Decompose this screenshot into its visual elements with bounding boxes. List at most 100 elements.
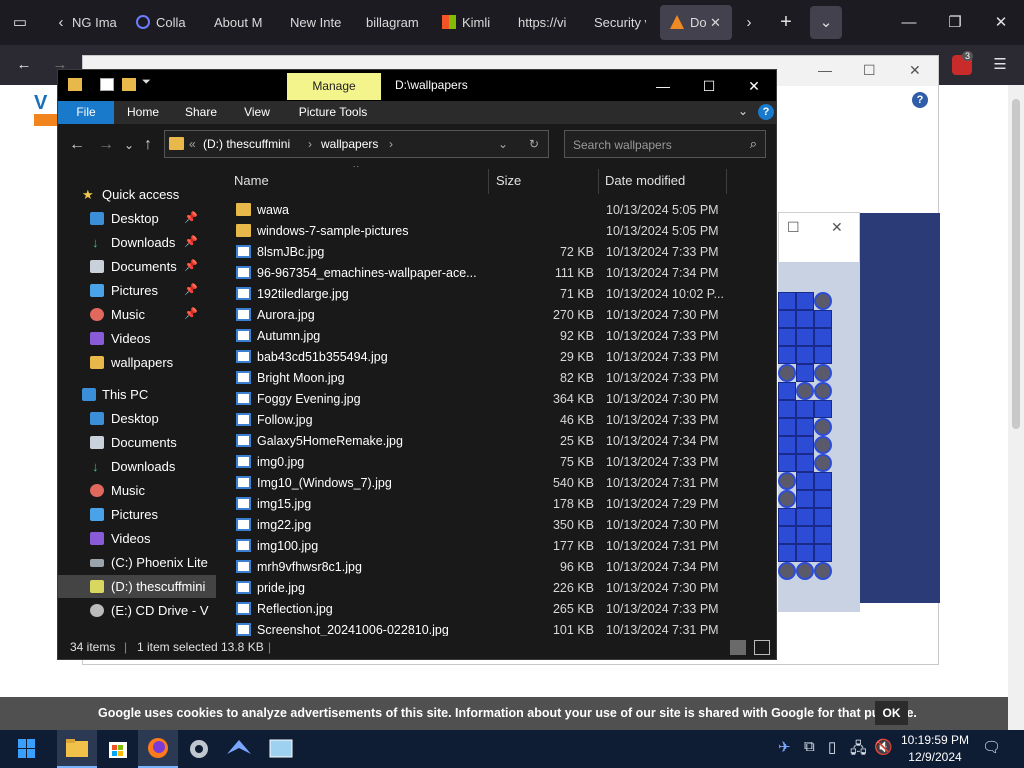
pin-icon[interactable]: 📌 [184,231,198,254]
restore-icon[interactable]: ❐ [940,0,970,45]
nav-pc-documents[interactable]: Documents [58,431,216,454]
nav-pc-pictures[interactable]: Pictures [58,503,216,526]
close-icon[interactable]: ✕ [831,219,843,236]
nav-item-pictures[interactable]: Pictures 📌 [58,279,216,302]
file-row[interactable]: img15.jpg 178 KB 10/13/2024 7:29 PM [226,494,736,515]
maximize-icon[interactable]: ☐ [863,62,876,79]
breadcrumb-overflow[interactable]: « [189,137,196,151]
file-row[interactable]: Reflection.jpg 265 KB 10/13/2024 7:33 PM [226,599,736,620]
start-button[interactable] [6,730,46,768]
nav-item-music[interactable]: Music 📌 [58,303,216,326]
menu-icon[interactable]: ☰ [988,45,1012,85]
column-header-name[interactable]: Name [234,166,269,196]
file-row[interactable]: 192tiledlarge.jpg 71 KB 10/13/2024 10:02 P… [226,284,736,305]
nav-item-desktop[interactable]: Desktop 📌 [58,207,216,230]
browser-tab[interactable]: NG Ima [72,5,122,40]
pin-icon[interactable]: 📌 [184,303,198,326]
file-row[interactable]: img100.jpg 177 KB 10/13/2024 7:31 PM [226,536,736,557]
properties-icon[interactable] [100,78,114,91]
taskbar-firefox[interactable] [138,730,178,768]
file-row[interactable]: Autumn.jpg 92 KB 10/13/2024 7:33 PM [226,326,736,347]
game-grid[interactable] [778,292,832,582]
tab-picture-tools[interactable]: Picture Tools [288,101,378,124]
nav-pc-music[interactable]: Music [58,479,216,502]
tab-list-icon[interactable]: ▭ [8,0,32,45]
file-row[interactable]: 8lsmJBc.jpg 72 KB 10/13/2024 7:33 PM [226,242,736,263]
file-row[interactable]: Foggy Evening.jpg 364 KB 10/13/2024 7:30 P… [226,389,736,410]
taskbar-settings[interactable] [179,730,219,768]
minimize-icon[interactable]: — [818,62,832,78]
cookie-ok-button[interactable]: OK [875,701,908,725]
nav-drive-e[interactable]: (E:) CD Drive - V [58,599,216,622]
breadcrumb-drive[interactable]: (D:) thescuffmini [203,137,290,151]
help-icon[interactable]: ? [912,92,928,108]
file-row[interactable]: Img10_(Windows_7).jpg 540 KB 10/13/2024 7:… [226,473,736,494]
file-row[interactable]: pride.jpg 226 KB 10/13/2024 7:30 PM [226,578,736,599]
bird-tray-icon[interactable]: ✈ [778,738,791,756]
minimize-icon[interactable]: — [894,0,924,45]
nav-item-videos[interactable]: Videos [58,327,216,350]
column-header-size[interactable]: Size [496,166,521,196]
taskbar-file-explorer[interactable] [57,730,97,768]
pin-icon[interactable]: 📌 [184,207,198,230]
network-icon[interactable]: 🖧 [850,738,867,763]
nav-item-wallpapers[interactable]: wallpapers [58,351,216,374]
taskbar-store[interactable] [98,730,138,768]
nav-item-downloads[interactable]: ↓ Downloads 📌 [58,231,216,254]
back-icon[interactable]: ← [12,45,36,85]
large-icons-view-icon[interactable] [754,640,770,655]
notifications-icon[interactable]: 🗨 [982,738,1001,756]
back-icon[interactable]: ← [69,136,85,154]
battery-icon[interactable]: ▯ [828,738,836,756]
new-tab-icon[interactable]: + [774,0,798,45]
scrollbar-thumb[interactable] [1012,99,1020,429]
scroll-tabs-right-icon[interactable]: › [740,0,758,45]
browser-tab[interactable]: Colla [136,5,196,40]
column-divider[interactable] [488,169,489,194]
nav-pc-desktop[interactable]: Desktop [58,407,216,430]
nav-drive-c[interactable]: (C:) Phoenix Lite [58,551,216,574]
nav-quick-access[interactable]: ★ Quick access [58,183,216,206]
taskbar-app-window[interactable] [261,730,301,768]
page-scrollbar[interactable] [1008,85,1024,730]
breadcrumb-separator-icon[interactable]: › [308,137,312,151]
breadcrumb-folder[interactable]: wallpapers [321,137,378,151]
customize-qat-icon[interactable]: ⏷ [142,76,151,89]
refresh-icon[interactable]: ↻ [529,137,539,151]
up-icon[interactable]: ↑ [144,136,152,154]
tab-share[interactable]: Share [178,101,224,124]
pin-icon[interactable]: 📌 [184,279,198,302]
pin-icon[interactable]: 📌 [184,255,198,278]
file-row[interactable]: wawa 10/13/2024 5:05 PM [226,200,736,221]
breadcrumb-separator-icon[interactable]: › [389,137,393,151]
maximize-icon[interactable]: ☐ [686,73,732,99]
forward-icon[interactable]: → [98,136,114,154]
file-row[interactable]: Follow.jpg 46 KB 10/13/2024 7:33 PM [226,410,736,431]
file-row[interactable]: Bright Moon.jpg 82 KB 10/13/2024 7:33 PM [226,368,736,389]
close-icon[interactable]: ✕ [988,0,1014,45]
browser-tab[interactable]: billagram [366,5,426,40]
browser-tab[interactable]: Security v [594,5,646,40]
column-header-date[interactable]: Date modified [605,166,685,196]
browser-tab-active[interactable]: Do ✕ [660,5,732,40]
details-view-icon[interactable] [730,640,746,655]
address-dropdown-icon[interactable]: ⌄ [498,137,508,151]
file-row[interactable]: Aurora.jpg 270 KB 10/13/2024 7:30 PM [226,305,736,326]
copy-tray-icon[interactable]: ⧉ [804,738,815,755]
column-divider[interactable] [726,169,727,194]
browser-tab[interactable]: About M [214,5,269,40]
file-row[interactable]: Screenshot_20241006-022810.jpg 101 KB 10/1… [226,620,736,636]
file-row[interactable]: img0.jpg 75 KB 10/13/2024 7:33 PM [226,452,736,473]
expand-ribbon-icon[interactable]: ⌄ [738,104,748,118]
tab-file[interactable]: File [58,101,114,124]
file-row[interactable]: windows-7-sample-pictures 10/13/2024 5:05… [226,221,736,242]
column-divider[interactable] [598,169,599,194]
recent-locations-icon[interactable]: ⌄ [124,138,134,152]
nav-pc-downloads[interactable]: ↓ Downloads [58,455,216,478]
help-icon[interactable]: ? [758,104,774,120]
browser-tab[interactable]: New Inte [290,5,345,40]
close-icon[interactable]: ✕ [909,62,921,79]
nav-pc-videos[interactable]: Videos [58,527,216,550]
nav-drive-d[interactable]: (D:) thescuffmini [58,575,216,598]
minimize-icon[interactable]: — [640,73,686,99]
